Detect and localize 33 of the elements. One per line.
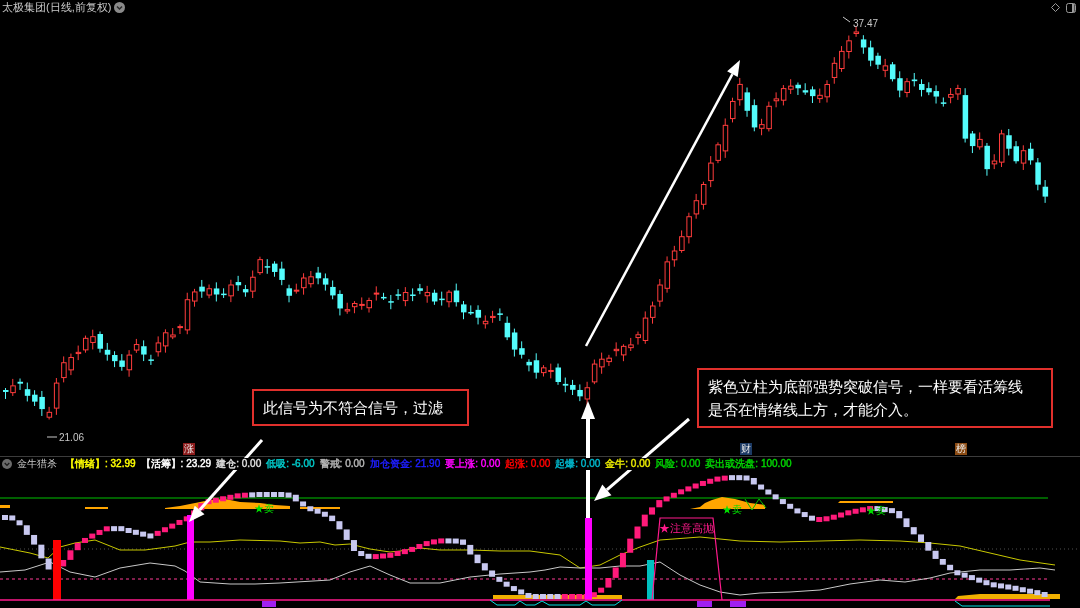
signal-line <box>744 498 767 511</box>
indicator-value: 建仓: 0.00 <box>216 458 262 470</box>
high-price-label: 37.47 <box>853 18 879 29</box>
indicator-value: 警戒: 0.00 <box>319 458 365 470</box>
indicator-value: 起涨: 0.00 <box>505 458 551 470</box>
alert-label: ★注意高抛 <box>659 522 714 534</box>
indicator-value: 低吸: -6.00 <box>266 458 315 470</box>
indicator-value: 风险: 0.00 <box>655 458 701 470</box>
low-price-label: 21.06 <box>59 432 85 443</box>
indicator-name: 金牛猎杀 <box>17 458 57 470</box>
sell-signal-label: ★卖 <box>254 503 274 514</box>
chevron-down-icon[interactable] <box>2 459 12 469</box>
indicator-value: 金牛: 0.00 <box>605 458 651 470</box>
signal-bar <box>697 601 712 607</box>
window-title: 太极集团(日线,前复权) <box>2 1 112 14</box>
diamond-icon[interactable] <box>1051 3 1060 12</box>
signal-bar <box>262 601 276 607</box>
signal-bar <box>730 601 746 607</box>
signal-bar <box>53 540 61 600</box>
event-marker[interactable]: 涨 <box>183 443 195 455</box>
indicator-value: 要上涨: 0.00 <box>445 458 501 470</box>
annotation-text: 紫色立柱为底部强势突破信号，一样要看活筹线 是否在情绪线上方，才能介入。 <box>708 377 1023 420</box>
indicator-value: 卖出或洗盘: 100.00 <box>705 458 792 470</box>
event-marker[interactable]: 榜 <box>955 443 967 455</box>
indicator-value: 起爆: 0.00 <box>555 458 601 470</box>
leader-line <box>46 436 58 438</box>
leader-line <box>842 16 851 23</box>
annotation-text: 此信号为不符合信号，过滤 <box>263 397 443 418</box>
indicator-value: 加仓资金: 21.90 <box>369 458 441 470</box>
panel-icon[interactable] <box>1066 2 1076 13</box>
chevron-down-icon[interactable] <box>114 2 126 13</box>
event-marker[interactable]: 财 <box>740 443 752 455</box>
signal-bar <box>647 560 654 600</box>
